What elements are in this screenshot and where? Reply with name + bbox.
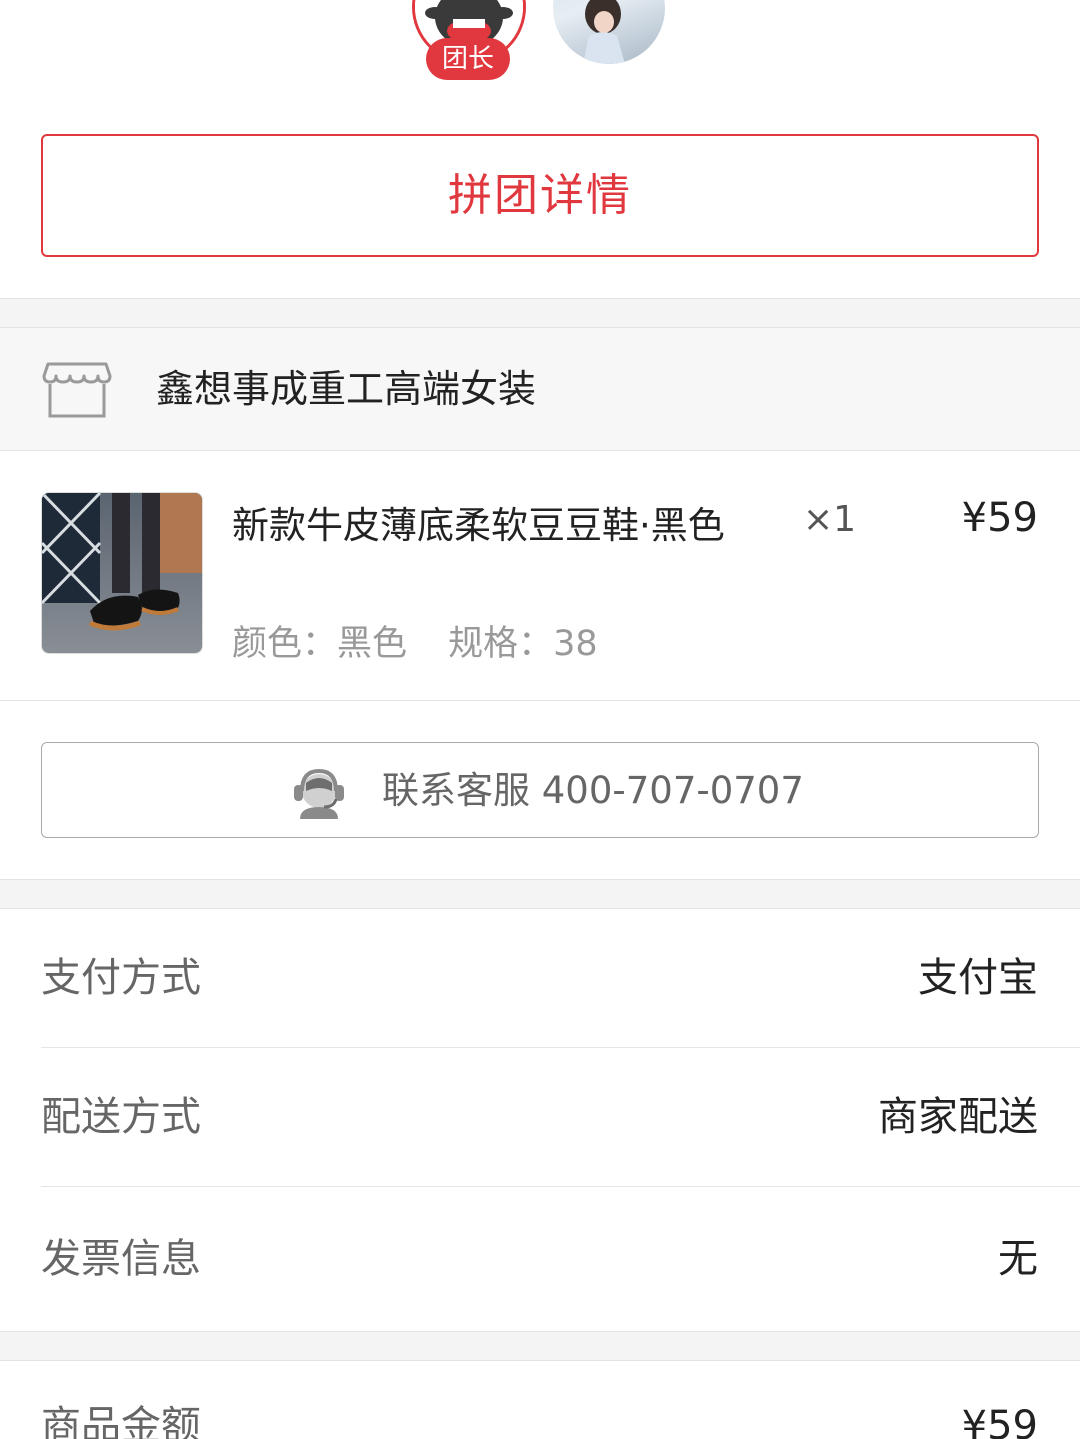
member-avatar[interactable] bbox=[553, 0, 665, 64]
delivery-method-row: 配送方式 商家配送 bbox=[41, 1048, 1080, 1187]
delivery-method-label: 配送方式 bbox=[41, 1094, 201, 1140]
payment-method-value: 支付宝 bbox=[918, 955, 1038, 1001]
group-members: 团长 bbox=[0, 0, 1080, 110]
section-divider bbox=[0, 1331, 1080, 1361]
invoice-info-label: 发票信息 bbox=[41, 1236, 201, 1282]
headset-support-icon bbox=[294, 768, 344, 819]
invoice-info-value: 无 bbox=[998, 1236, 1038, 1282]
contact-service-label: 联系客服 400-707-0707 bbox=[382, 769, 804, 812]
product-title: 新款牛皮薄底柔软豆豆鞋·黑色 bbox=[232, 504, 725, 547]
order-detail-page: 团长 拼团详情 鑫想事成重工高端女装 新款牛皮薄底柔软豆豆鞋·黑色 ×1 ¥59… bbox=[0, 0, 1080, 1439]
store-icon bbox=[42, 362, 112, 418]
product-quantity: ×1 bbox=[803, 499, 857, 540]
shop-name: 鑫想事成重工高端女装 bbox=[156, 367, 537, 411]
shop-row[interactable]: 鑫想事成重工高端女装 bbox=[0, 328, 1080, 451]
shoe-photo-icon bbox=[42, 493, 202, 653]
product-size: 规格：38 bbox=[448, 624, 598, 664]
payment-method-label: 支付方式 bbox=[41, 955, 201, 1001]
goods-amount-row: 商品金额 ¥59 bbox=[41, 1361, 1080, 1439]
member-photo-icon bbox=[583, 0, 625, 64]
delivery-method-value: 商家配送 bbox=[878, 1094, 1038, 1140]
goods-amount-label: 商品金额 bbox=[41, 1403, 201, 1439]
invoice-info-row: 发票信息 无 bbox=[41, 1190, 1080, 1329]
product-thumbnail bbox=[41, 492, 203, 654]
product-spec: 颜色：黑色 规格：38 bbox=[232, 615, 598, 666]
group-details-button[interactable]: 拼团详情 bbox=[41, 134, 1039, 257]
product-color: 颜色：黑色 bbox=[232, 624, 408, 664]
leader-badge: 团长 bbox=[426, 38, 510, 80]
product-item[interactable]: 新款牛皮薄底柔软豆豆鞋·黑色 ×1 ¥59 颜色：黑色 规格：38 bbox=[0, 451, 1080, 701]
section-divider bbox=[0, 298, 1080, 328]
product-price: ¥59 bbox=[961, 495, 1038, 541]
payment-method-row: 支付方式 支付宝 bbox=[41, 909, 1080, 1048]
contact-service-button[interactable]: 联系客服 400-707-0707 bbox=[41, 742, 1039, 838]
goods-amount-value: ¥59 bbox=[961, 1403, 1038, 1439]
section-divider bbox=[0, 879, 1080, 909]
